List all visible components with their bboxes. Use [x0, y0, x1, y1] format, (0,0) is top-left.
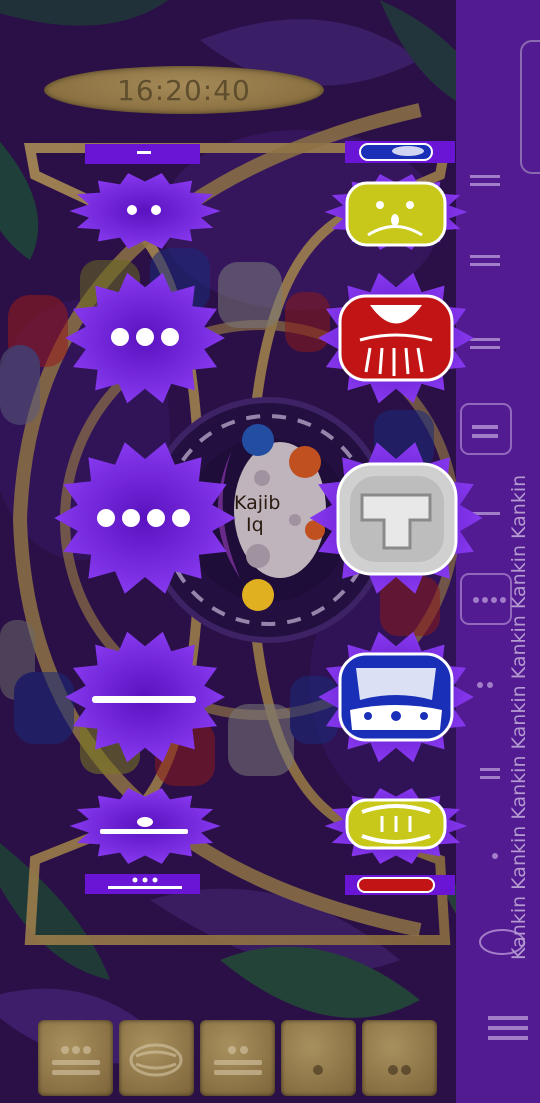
- dots-2-icon: [127, 205, 137, 215]
- white-t-glyph-icon: [336, 462, 458, 576]
- spiky-backdrop: [54, 442, 236, 594]
- bottom-sliver-left: [85, 874, 200, 894]
- yellow-face-glyph-icon: [345, 181, 447, 247]
- red-glyph-small-icon: [357, 877, 435, 893]
- tile-three-dots-bars[interactable]: [38, 1020, 113, 1096]
- center-day-label: Kajib Iq: [234, 492, 280, 536]
- center-line-2: Iq: [246, 514, 264, 536]
- red-glyph-icon: [338, 294, 454, 382]
- tile-two-dots[interactable]: [362, 1020, 437, 1096]
- center-line-1: Kajib: [234, 492, 281, 514]
- yellow-glyph-icon: [345, 798, 447, 850]
- side-menu-button[interactable]: [520, 40, 540, 174]
- time-display: 16:20:40: [44, 66, 324, 114]
- right-glyphs: [336, 141, 458, 895]
- clock-text: 16:20:40: [117, 73, 251, 107]
- tile-shell[interactable]: [119, 1020, 194, 1096]
- bottom-toolbar: [38, 1020, 438, 1096]
- tile-two-dots-bars[interactable]: [200, 1020, 275, 1096]
- blue-net-glyph-icon: [338, 652, 454, 742]
- spiky-backdrop: [69, 173, 221, 249]
- glyph-wheels: [54, 141, 483, 895]
- bar-icon: [92, 696, 196, 703]
- tile-one-dot[interactable]: [281, 1020, 356, 1096]
- dots-3-icon: [111, 328, 179, 346]
